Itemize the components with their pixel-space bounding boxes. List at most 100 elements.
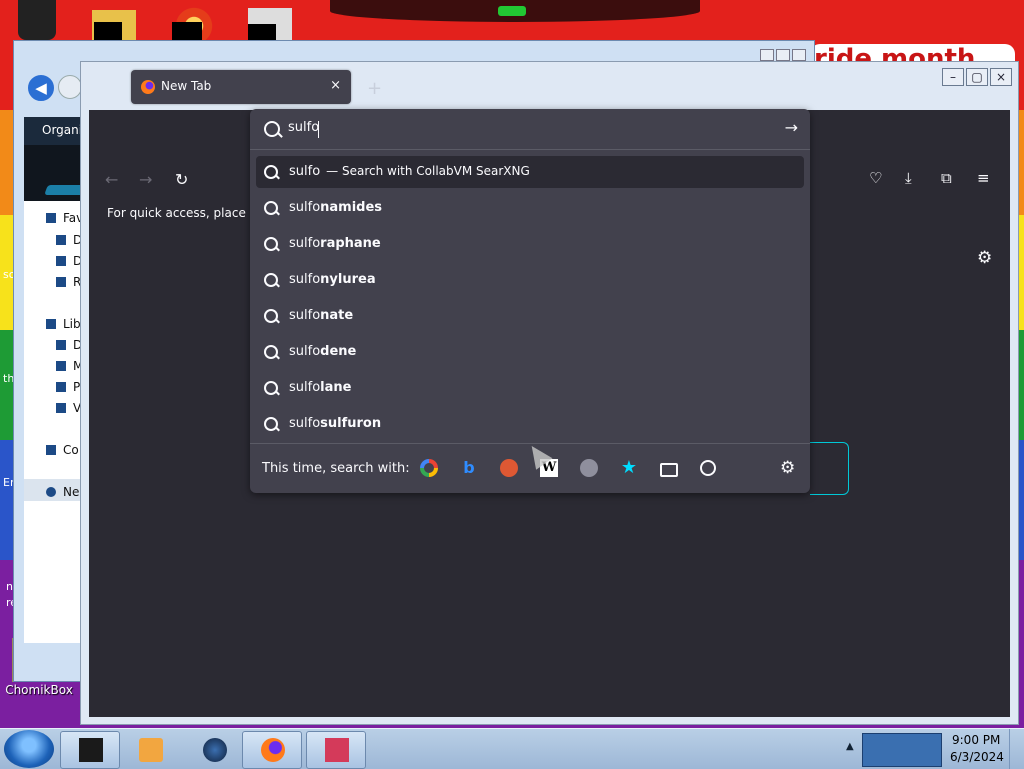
folder-icon [56,340,66,350]
tray-expand-icon[interactable]: ▲ [846,741,854,752]
suggestion-prefix: sulfo [289,236,321,251]
searxng-icon[interactable] [580,459,598,477]
wallpaper-side-text: n [6,580,13,593]
computer-icon [46,445,56,455]
close-button[interactable]: × [990,68,1012,86]
search-icon [264,345,278,359]
folder-icon [56,256,66,266]
clock-time[interactable]: 9:00 PM [952,733,1000,747]
wallpaper-shape [498,6,526,16]
forward-button[interactable]: → [139,170,152,189]
text-cursor [318,121,319,138]
duckduckgo-icon[interactable] [500,459,518,477]
suggestion-query: sulfo [289,164,321,179]
show-desktop-button[interactable] [1009,729,1024,769]
suggestion-prefix: sulfo [289,308,321,323]
suggestion-prefix: sulfo [289,344,321,359]
nav-item-computer[interactable]: Co [63,443,79,457]
suggestion-completion: lane [320,380,352,395]
minimize-button[interactable]: – [942,68,964,86]
taskbar-app[interactable] [60,731,120,769]
search-icon [264,381,278,395]
app-icon [79,738,103,762]
firefox-window-controls: – ▢ × [942,68,1012,86]
pocket-icon[interactable]: ♡ [869,169,882,187]
taskbar-firefox[interactable] [242,731,302,769]
taskbar: ▲ 9:00 PM 6/3/2024 [0,728,1024,769]
search-settings-gear-icon[interactable]: ⚙ [780,458,795,478]
urlbar-dropdown: → sulfo — Search with CollabVM SearXNG su… [250,109,810,493]
one-off-label: This time, search with: [262,461,410,476]
google-icon[interactable] [420,459,438,477]
suggestion-completion: dene [320,344,357,359]
taskbar-globe[interactable] [184,731,244,769]
app-menu-icon[interactable]: ≡ [977,169,990,187]
tab-close-icon[interactable]: × [330,78,341,93]
urlbar[interactable]: → [250,109,810,150]
firefox-icon [141,80,155,94]
suggestion-prefix: sulfo [289,380,321,395]
suggestion-completion: nylurea [320,272,376,287]
suggestion-engine-label: — Search with CollabVM SearXNG [326,164,530,178]
minimize-button[interactable] [760,49,774,61]
taskbar-app[interactable] [306,731,366,769]
suggestion-completion: nate [320,308,354,323]
nav-item-libraries[interactable]: Lib [63,317,81,331]
search-suggestion-engine[interactable]: sulfo — Search with CollabVM SearXNG [256,156,804,188]
new-tab-button[interactable]: + [367,78,382,99]
search-icon [264,121,280,137]
back-arrow-icon[interactable]: ◀ [26,73,56,103]
globe-icon [203,738,227,762]
go-arrow-icon[interactable]: → [785,118,798,137]
back-button[interactable]: ← [105,170,118,189]
folder-icon [56,235,66,245]
history-icon[interactable] [700,460,716,476]
music-icon [56,361,66,371]
search-suggestion[interactable]: sulfodene [256,336,804,368]
tabs-icon[interactable] [660,463,678,477]
bookmarks-icon[interactable]: ★ [620,459,638,477]
desktop-icon[interactable] [18,0,56,40]
urlbar-focus-ring [810,442,849,495]
search-icon [264,309,278,323]
search-suggestion[interactable]: sulforaphane [256,228,804,260]
chomikbox-label[interactable]: ChomikBox [0,683,78,697]
search-suggestion[interactable]: sulfonate [256,300,804,332]
tab-new-tab[interactable]: New Tab × [131,70,351,104]
extensions-icon[interactable]: ⧉ [941,169,952,187]
search-suggestion[interactable]: sulfolane [256,372,804,404]
pictures-icon [56,382,66,392]
maximize-button[interactable]: ▢ [966,68,988,86]
forward-button[interactable] [58,75,82,99]
tray-icons[interactable] [862,733,942,767]
search-suggestion[interactable]: sulfosulfuron [256,408,804,440]
search-icon [264,201,278,215]
suggestion-completion: sulfuron [320,416,382,431]
app-icon [325,738,349,762]
urlbar-input[interactable] [288,120,748,135]
reload-button[interactable]: ↻ [175,170,188,189]
media-player-icon [139,738,163,762]
suggestion-completion: raphane [320,236,381,251]
suggestion-completion: namides [320,200,383,215]
search-suggestion[interactable]: sulfonamides [256,192,804,224]
nav-item-network[interactable]: Ne [63,485,79,499]
videos-icon [56,403,66,413]
maximize-button[interactable] [776,49,790,61]
search-icon [264,165,278,179]
page-settings-gear-icon[interactable]: ⚙ [977,248,992,268]
search-icon [264,237,278,251]
folder-icon [56,277,66,287]
taskbar-media-player[interactable] [120,731,180,769]
explorer-window-controls[interactable] [760,49,806,61]
search-icon [264,417,278,431]
suggestion-prefix: sulfo [289,272,321,287]
close-button[interactable] [792,49,806,61]
downloads-icon[interactable]: ⤓ [905,169,912,187]
tab-title: New Tab [161,79,212,93]
network-icon [46,487,56,497]
bing-icon[interactable]: b [460,459,478,477]
start-button[interactable] [4,730,54,768]
clock-date[interactable]: 6/3/2024 [950,750,1004,764]
search-suggestion[interactable]: sulfonylurea [256,264,804,296]
